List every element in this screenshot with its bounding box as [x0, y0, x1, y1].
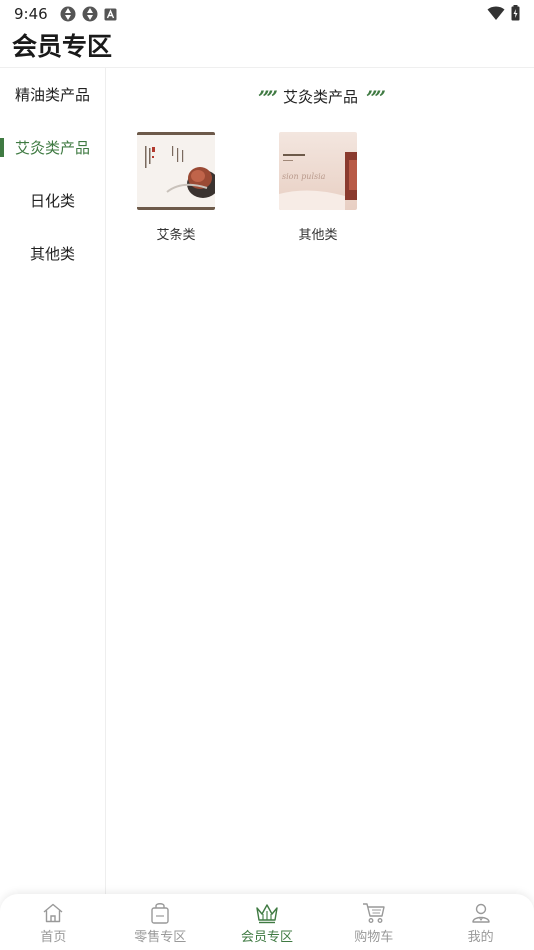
tab-label: 我的: [467, 930, 494, 945]
moxa-product-image: [137, 132, 215, 210]
product-label: 其他类: [298, 228, 338, 243]
section-title: 艾灸类产品: [282, 87, 358, 106]
battery-icon: [511, 5, 520, 21]
quote-mark-icon: ””: [366, 86, 386, 110]
status-system-icons: [487, 5, 520, 21]
aperture-icon: [60, 6, 76, 22]
sidebar-item-moxibustion[interactable]: 艾灸类产品: [0, 121, 105, 174]
sidebar-item-label: 艾灸类产品: [14, 139, 90, 157]
sidebar-item-label: 其他类: [29, 245, 75, 263]
section-header: ”” 艾灸类产品 ””: [107, 82, 534, 110]
tab-label: 购物车: [354, 930, 394, 945]
a-badge-icon: [104, 8, 117, 20]
product-label: 艾条类: [156, 228, 196, 243]
product-card-other[interactable]: sion pulsia 其他类: [268, 132, 368, 243]
tab-label: 零售专区: [134, 930, 187, 945]
tab-label: 会员专区: [240, 930, 293, 945]
tab-home[interactable]: 首页: [0, 894, 107, 950]
other-product-image: [279, 132, 357, 210]
crown-icon: [255, 902, 279, 924]
cart-icon: [362, 902, 386, 924]
aperture-icon: [82, 6, 98, 22]
product-image-caption: sion pulsia: [282, 172, 326, 181]
product-card-moxa-stick[interactable]: 艾条类: [126, 132, 226, 243]
product-thumbnail: [137, 132, 215, 210]
tab-mine[interactable]: 我的: [427, 894, 534, 950]
home-icon: [41, 902, 65, 924]
status-notification-icons: [60, 6, 117, 22]
sidebar-item-label: 精油类产品: [14, 86, 90, 104]
tab-cart[interactable]: 购物车: [320, 894, 427, 950]
user-icon: [469, 902, 493, 924]
sidebar-item-other[interactable]: 其他类: [0, 227, 105, 280]
bottom-tab-bar: 首页 零售专区 会员专区 购物车 我的: [0, 894, 534, 950]
sidebar-item-label: 日化类: [29, 192, 75, 210]
page-title: 会员专区: [12, 32, 113, 61]
tab-member[interactable]: 会员专区: [214, 894, 321, 950]
tab-retail[interactable]: 零售专区: [107, 894, 214, 950]
wifi-icon: [487, 6, 505, 20]
product-thumbnail: sion pulsia: [279, 132, 357, 210]
sidebar-item-essential-oil[interactable]: 精油类产品: [0, 68, 105, 121]
status-time: 9:46: [14, 5, 48, 23]
sidebar-item-daily-chemical[interactable]: 日化类: [0, 174, 105, 227]
category-content: ”” 艾灸类产品 ”” 艾条类 sion pulsia 其他类: [107, 68, 534, 894]
status-bar: 9:46: [0, 0, 534, 28]
category-sidebar: 精油类产品 艾灸类产品 日化类 其他类: [0, 68, 106, 894]
shopping-bag-icon: [148, 902, 172, 924]
tab-label: 首页: [40, 930, 67, 945]
quote-mark-icon: ””: [257, 86, 278, 110]
